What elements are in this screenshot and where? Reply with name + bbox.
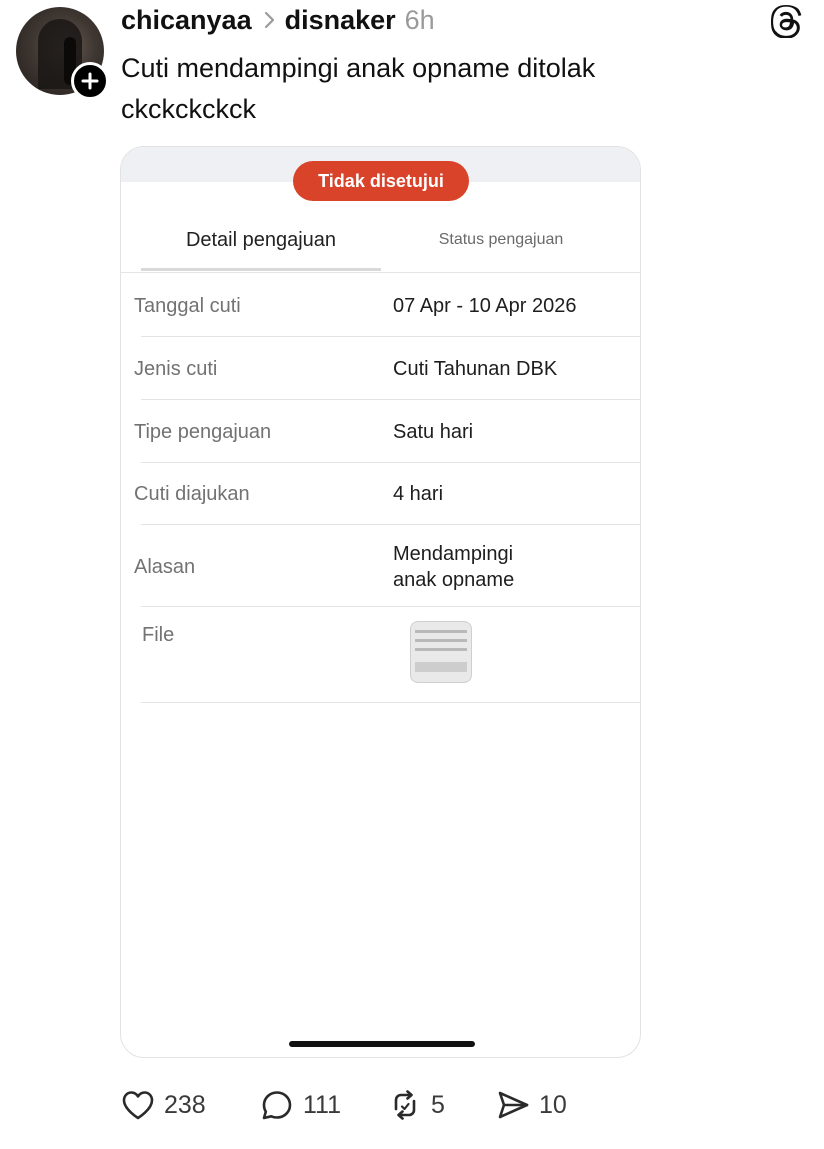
like-button[interactable]: 238 (120, 1082, 206, 1128)
active-tab-underline (141, 268, 381, 271)
file-thumbnail[interactable] (410, 621, 472, 683)
tab-detail[interactable]: Detail pengajuan (141, 217, 381, 273)
tabs: Detail pengajuan Status pengajuan (121, 217, 640, 273)
share-count: 10 (539, 1090, 567, 1119)
chevron-right-icon (263, 11, 276, 29)
reply-count: 111 (303, 1090, 342, 1119)
row-label-tipe: Tipe pengajuan (134, 421, 272, 443)
thumb-block (415, 662, 467, 672)
row-label-file: File (142, 624, 175, 646)
row-value-tanggal: 07 Apr - 10 Apr 2026 (393, 295, 577, 317)
thumb-line (415, 639, 467, 642)
home-indicator (289, 1041, 475, 1047)
send-icon (498, 1091, 529, 1119)
divider (141, 399, 640, 400)
row-value-tipe: Satu hari (393, 421, 474, 443)
attached-screenshot[interactable]: Tidak disetujui Detail pengajuan Status … (120, 146, 641, 1058)
post-body: Cuti mendampingi anak opname ditolak ckc… (121, 48, 741, 130)
username-link[interactable]: chicanyaa (121, 5, 252, 36)
row-label-diajukan: Cuti diajukan (134, 483, 250, 505)
like-count: 238 (164, 1090, 206, 1119)
repost-count: 5 (431, 1090, 445, 1119)
row-value-line: Mendampingi (393, 543, 514, 565)
divider (141, 336, 640, 337)
divider (141, 462, 640, 463)
divider (141, 606, 640, 607)
divider (121, 272, 640, 273)
row-value-line: anak opname (393, 569, 515, 591)
row-label-tanggal: Tanggal cuti (134, 295, 241, 317)
row-value-jenis: Cuti Tahunan DBK (393, 358, 558, 380)
share-button[interactable]: 10 (495, 1082, 567, 1128)
threads-logo-icon[interactable] (771, 5, 802, 38)
post-text-line: ckckckckck (121, 94, 256, 124)
tab-status[interactable]: Status pengajuan (381, 217, 621, 273)
row-value-alasan: Mendampingi anak opname (393, 541, 514, 593)
repost-button[interactable]: 5 (387, 1082, 445, 1128)
comment-icon (262, 1091, 292, 1120)
follow-button[interactable] (71, 62, 109, 100)
post-timestamp: 6h (404, 4, 435, 35)
action-bar: 238 111 5 10 (0, 1082, 824, 1128)
thumb-line (415, 630, 467, 633)
row-label-alasan: Alasan (134, 556, 196, 578)
post-text-line: Cuti mendampingi anak opname ditolak (121, 53, 596, 83)
post-header: chicanyaa disnaker 6h (121, 2, 435, 38)
row-label-jenis: Jenis cuti (134, 358, 218, 380)
repost-icon (394, 1090, 416, 1120)
status-badge: Tidak disetujui (293, 161, 469, 201)
reply-button[interactable]: 111 (259, 1082, 341, 1128)
threads-post: chicanyaa disnaker 6h Cuti mendampingi a… (0, 0, 824, 1149)
divider (141, 702, 640, 703)
plus-icon (81, 72, 99, 90)
community-link[interactable]: disnaker (285, 5, 396, 36)
divider (141, 524, 640, 525)
heart-icon (122, 1091, 154, 1120)
row-value-diajukan: 4 hari (393, 483, 444, 505)
thumb-line (415, 648, 467, 651)
